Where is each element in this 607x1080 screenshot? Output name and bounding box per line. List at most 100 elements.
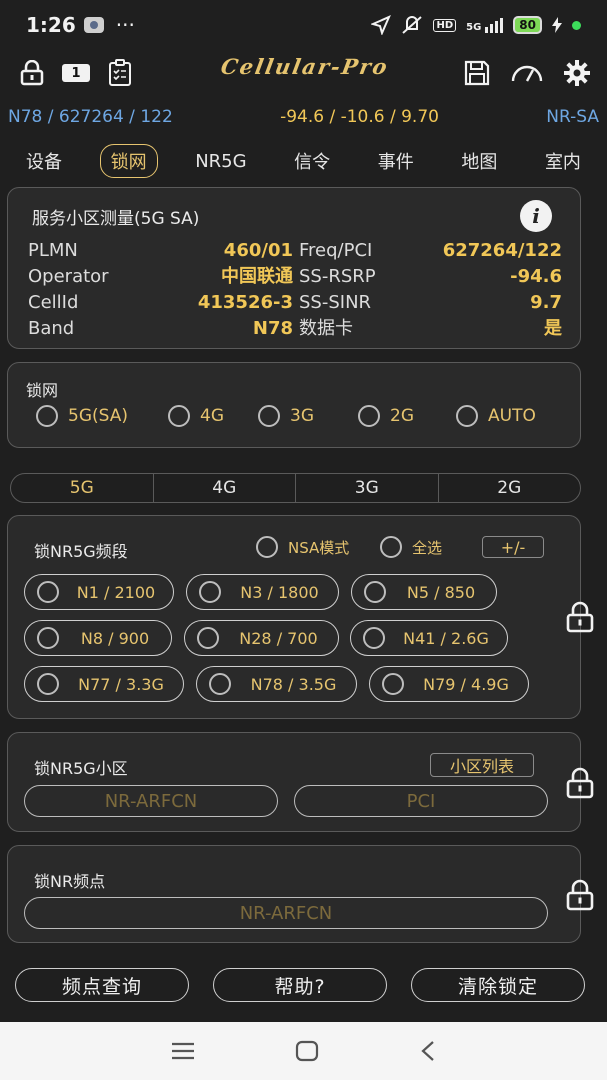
ss-sinr-value: 9.7: [530, 292, 562, 313]
settings-button[interactable]: [559, 55, 595, 91]
radio-2g-label: 2G: [390, 406, 414, 426]
operator-label: Operator: [28, 266, 109, 287]
nr-arfcn-input[interactable]: NR-ARFCN: [24, 785, 278, 817]
measurement-row: Band N78 数据卡 是: [28, 316, 562, 342]
radio-4g[interactable]: [168, 405, 190, 427]
nr-freq-arfcn-input[interactable]: NR-ARFCN: [24, 897, 548, 929]
band-label: N77 / 3.3G: [78, 674, 164, 694]
help-button[interactable]: 帮助?: [213, 968, 387, 1002]
band-pill-n41[interactable]: N41 / 2.6G: [350, 620, 508, 656]
freq-pci-value: 627264/122: [442, 240, 562, 261]
band-pill-n77[interactable]: N77 / 3.3G: [24, 666, 184, 702]
system-nav-bar: [0, 1022, 607, 1080]
lock-network-card: 锁网 5G(SA) 4G 3G 2G AUTO: [7, 362, 581, 448]
band-label: N41 / 2.6G: [403, 628, 489, 648]
band-label: N28 / 700: [239, 628, 318, 648]
band-pill-n3[interactable]: N3 / 1800: [186, 574, 339, 610]
frequency-query-button[interactable]: 频点查询: [15, 968, 189, 1002]
band-radio: [197, 627, 219, 649]
plmn-label: PLMN: [28, 240, 78, 261]
radio-auto[interactable]: [456, 405, 478, 427]
band-pill-n1[interactable]: N1 / 2100: [24, 574, 174, 610]
toggle-bands-button[interactable]: +/-: [482, 536, 544, 558]
radio-5g-sa-label: 5G(SA): [68, 406, 128, 426]
app-notification-icon: [83, 17, 104, 33]
data-card-value: 是: [544, 318, 562, 339]
segment-2g[interactable]: 2G: [439, 474, 581, 502]
band-radio: [37, 581, 59, 603]
band-radio: [199, 581, 221, 603]
operator-value: 中国联通: [221, 266, 293, 287]
cell-info-bar: N78 / 627264 / 122 -94.6 / -10.6 / 9.70 …: [0, 101, 607, 133]
measurement-row: CellId 413526-3 SS-SINR 9.7: [28, 290, 562, 316]
tab-map[interactable]: 地图: [451, 145, 507, 177]
pci-input[interactable]: PCI: [294, 785, 548, 817]
nr-freq-card: 锁NR频点 NR-ARFCN: [7, 845, 581, 943]
network-mode: NR-SA: [546, 107, 599, 127]
speedometer-icon: [511, 65, 543, 82]
radio-3g[interactable]: [258, 405, 280, 427]
band-pill-n5[interactable]: N5 / 850: [351, 574, 497, 610]
radio-5g-sa[interactable]: [36, 405, 58, 427]
band-pill-n28[interactable]: N28 / 700: [184, 620, 339, 656]
nr-freq-title: 锁NR频点: [34, 872, 106, 891]
lock-icon: [20, 60, 44, 86]
gear-icon: [564, 60, 590, 86]
tab-lock-network[interactable]: 锁网: [99, 144, 158, 178]
back-icon[interactable]: [419, 1040, 437, 1062]
lock-cell-icon[interactable]: [563, 766, 597, 800]
menu-icon[interactable]: [171, 1042, 195, 1060]
nr5g-cell-card: 锁NR5G小区 小区列表 NR-ARFCN PCI: [7, 732, 581, 832]
tab-events[interactable]: 事件: [368, 145, 424, 177]
band-label: N3 / 1800: [240, 582, 319, 602]
nr5g-band-title: 锁NR5G频段: [34, 542, 128, 561]
band-value: N78: [252, 318, 293, 339]
tab-indoor[interactable]: 室内: [535, 145, 591, 177]
main-tabs: 设备 锁网 NR5G 信令 事件 地图 室内: [0, 143, 607, 179]
radio-nsa-mode[interactable]: [256, 536, 278, 558]
cell-list-button[interactable]: 小区列表: [430, 753, 534, 777]
clipboard-icon: [109, 59, 131, 86]
clear-lock-button[interactable]: 清除锁定: [411, 968, 585, 1002]
band-label: N8 / 900: [80, 628, 150, 648]
select-all-label: 全选: [412, 538, 443, 557]
data-card-label: 数据卡: [299, 318, 353, 339]
home-icon[interactable]: [295, 1040, 319, 1062]
location-icon: [371, 15, 392, 35]
band-label: N1 / 2100: [76, 582, 156, 602]
band-pill-n8[interactable]: N8 / 900: [24, 620, 172, 656]
tab-signaling[interactable]: 信令: [284, 145, 340, 177]
signal-icon: 5G: [466, 17, 504, 33]
radio-4g-label: 4G: [200, 406, 224, 426]
segment-5g[interactable]: 5G: [11, 474, 154, 502]
save-button[interactable]: [459, 55, 495, 91]
plmn-value: 460/01: [223, 240, 293, 261]
info-icon[interactable]: i: [520, 200, 552, 232]
band-pill-n79[interactable]: N79 / 4.9G: [369, 666, 529, 702]
tab-nr5g[interactable]: NR5G: [185, 148, 256, 175]
lock-bands-icon[interactable]: [563, 600, 597, 634]
serving-cell-summary: N78 / 627264 / 122: [8, 107, 173, 127]
segment-4g[interactable]: 4G: [154, 474, 296, 502]
measurement-row: PLMN 460/01 Freq/PCI 627264/122: [28, 238, 562, 264]
band-label: N78 / 3.5G: [250, 674, 337, 694]
cellid-label: CellId: [28, 292, 79, 313]
segment-3g[interactable]: 3G: [296, 474, 439, 502]
serving-cell-card: 服务小区测量(5G SA) i PLMN 460/01 Freq/PCI 627…: [7, 187, 581, 349]
lock-freq-icon[interactable]: [563, 878, 597, 912]
clipboard-button[interactable]: [102, 55, 138, 91]
more-notifications-icon: ···: [115, 13, 135, 37]
band-radio: [363, 627, 385, 649]
band-radio: [364, 581, 386, 603]
measurement-grid: PLMN 460/01 Freq/PCI 627264/122 Operator…: [28, 238, 562, 342]
measurement-row: Operator 中国联通 SS-RSRP -94.6: [28, 264, 562, 290]
speed-test-button[interactable]: [509, 55, 545, 91]
lock-toolbar-button[interactable]: [14, 55, 50, 91]
tab-device[interactable]: 设备: [16, 145, 72, 177]
radio-2g[interactable]: [358, 405, 380, 427]
band-pill-n78[interactable]: N78 / 3.5G: [196, 666, 357, 702]
band-radio: [209, 673, 231, 695]
radio-select-all[interactable]: [380, 536, 402, 558]
sim-card-button[interactable]: 1: [58, 55, 94, 91]
cellid-value: 413526-3: [197, 292, 293, 313]
